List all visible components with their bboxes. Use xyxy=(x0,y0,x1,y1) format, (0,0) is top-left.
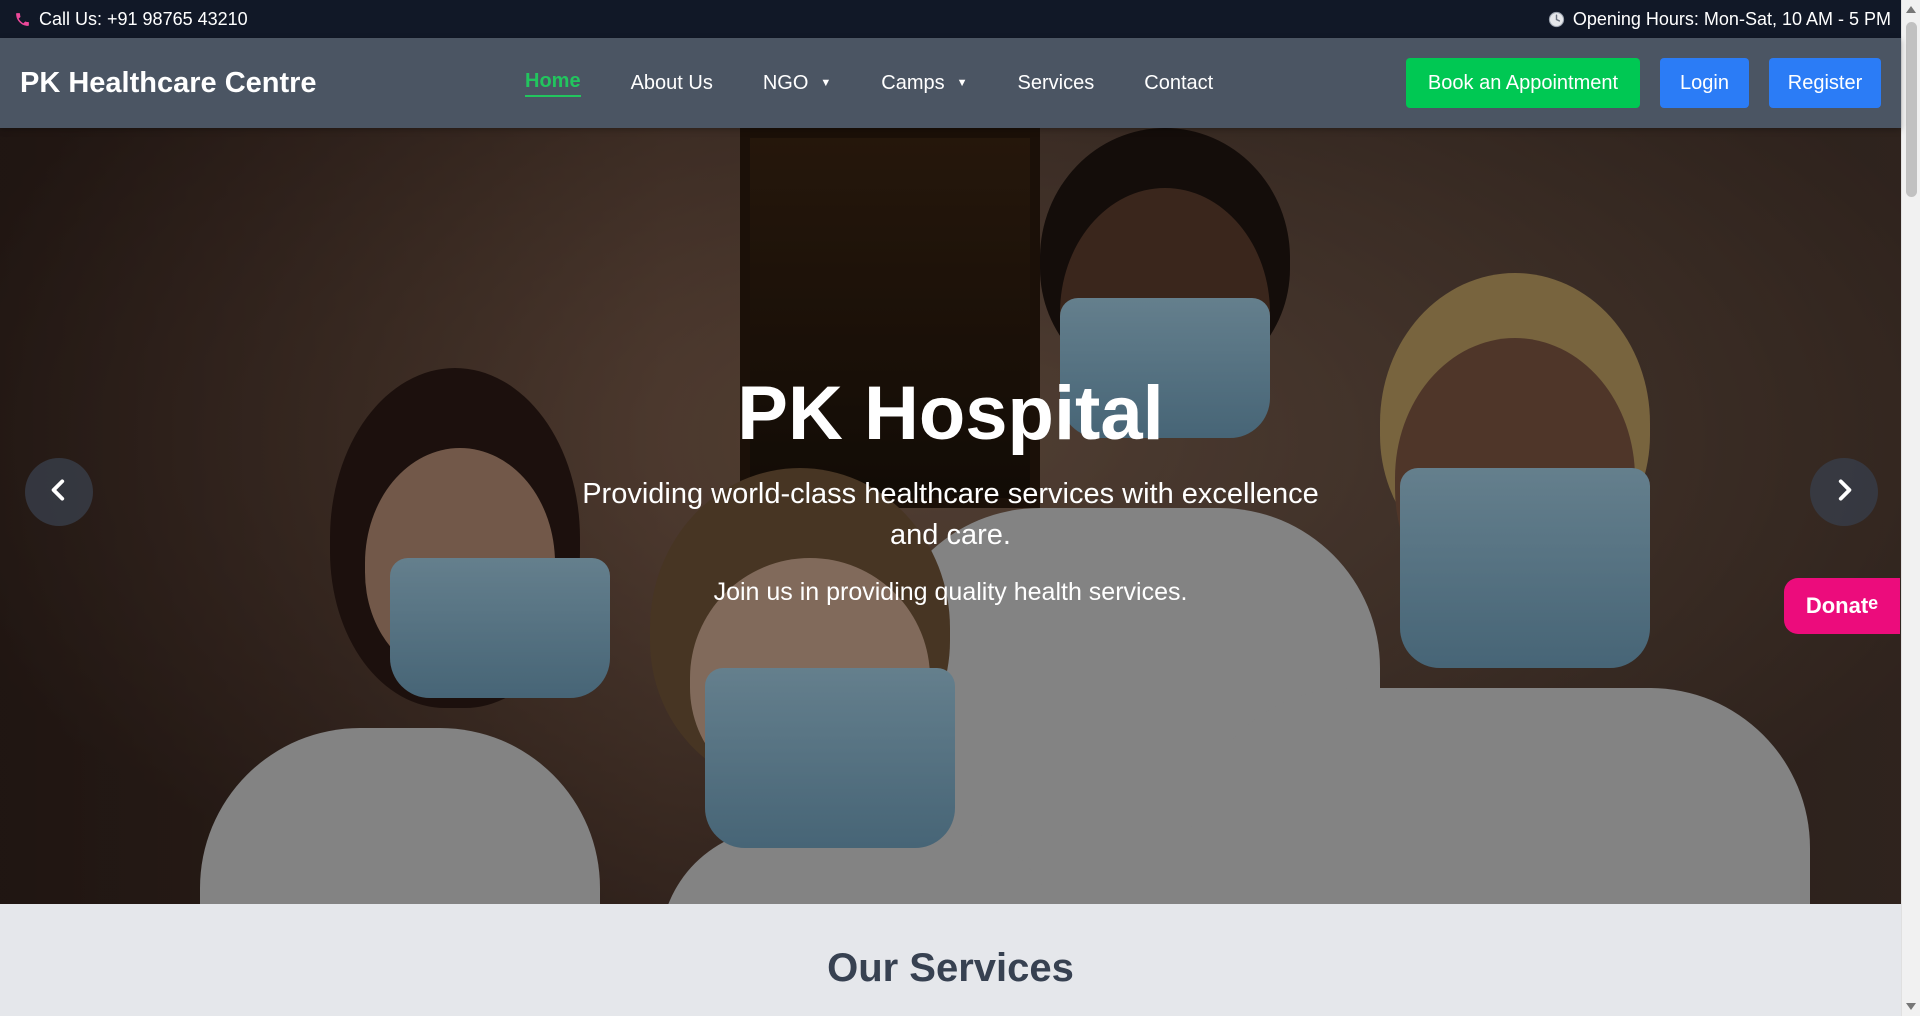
call-us-text: Call Us: +91 98765 43210 xyxy=(39,8,248,29)
carousel-next-button[interactable] xyxy=(1810,458,1878,526)
nav-contact[interactable]: Contact xyxy=(1144,72,1213,95)
nav-home[interactable]: Home xyxy=(525,70,581,97)
services-section: Our Services xyxy=(0,904,1901,1016)
nav-camps-dropdown[interactable]: Camps ▼ xyxy=(881,72,967,95)
chevron-right-icon xyxy=(1831,477,1857,508)
nav-ngo-label: NGO xyxy=(762,71,809,94)
donate-button[interactable]: Donat e xyxy=(1784,578,1900,634)
nav-about-us[interactable]: About Us xyxy=(631,72,713,95)
hero-title: PK Hospital xyxy=(737,371,1164,456)
book-appointment-button[interactable]: Book an Appointment xyxy=(1406,58,1640,108)
phone-icon xyxy=(14,11,31,28)
clock-icon xyxy=(1548,11,1565,28)
hero-tagline: Join us in providing quality health serv… xyxy=(713,578,1188,606)
page-scrollbar[interactable] xyxy=(1901,0,1920,1016)
nav-links: Home About Us NGO ▼ Camps ▼ Services Con… xyxy=(525,70,1213,97)
opening-hours-info: Opening Hours: Mon-Sat, 10 AM - 5 PM xyxy=(1548,9,1891,30)
nav-services-label: Services xyxy=(1017,71,1095,94)
nav-services[interactable]: Services xyxy=(1018,72,1095,95)
hero-carousel: PK Hospital Providing world-class health… xyxy=(0,128,1901,904)
nav-ngo-dropdown[interactable]: NGO ▼ xyxy=(763,72,831,95)
call-us-info[interactable]: Call Us: +91 98765 43210 xyxy=(14,9,248,30)
top-info-bar: Call Us: +91 98765 43210 Opening Hours: … xyxy=(0,0,1901,38)
brand-logo-text[interactable]: PK Healthcare Centre xyxy=(20,67,525,100)
services-title: Our Services xyxy=(827,946,1074,990)
nav-contact-label: Contact xyxy=(1144,71,1214,94)
main-navbar: PK Healthcare Centre Home About Us NGO ▼… xyxy=(0,38,1901,128)
hero-content: PK Hospital Providing world-class health… xyxy=(0,376,1901,607)
scroll-up-icon[interactable] xyxy=(1906,6,1916,13)
nav-camps-label: Camps xyxy=(881,71,945,94)
scroll-down-icon[interactable] xyxy=(1906,1003,1916,1010)
hero-subtitle: Providing world-class healthcare service… xyxy=(582,478,1319,551)
caret-down-icon: ▼ xyxy=(820,77,832,89)
nav-home-label: Home xyxy=(525,69,581,92)
register-button[interactable]: Register xyxy=(1769,58,1881,108)
login-button[interactable]: Login xyxy=(1660,58,1749,108)
nav-actions: Book an Appointment Login Register xyxy=(1406,58,1881,108)
caret-down-icon: ▼ xyxy=(956,77,968,89)
opening-hours-text: Opening Hours: Mon-Sat, 10 AM - 5 PM xyxy=(1572,8,1891,29)
donate-label-sup: e xyxy=(1868,592,1879,613)
scroll-thumb[interactable] xyxy=(1906,22,1917,197)
donate-label: Donat xyxy=(1805,593,1869,618)
carousel-prev-button[interactable] xyxy=(25,458,93,526)
nav-about-us-label: About Us xyxy=(630,71,713,94)
chevron-left-icon xyxy=(46,477,72,508)
